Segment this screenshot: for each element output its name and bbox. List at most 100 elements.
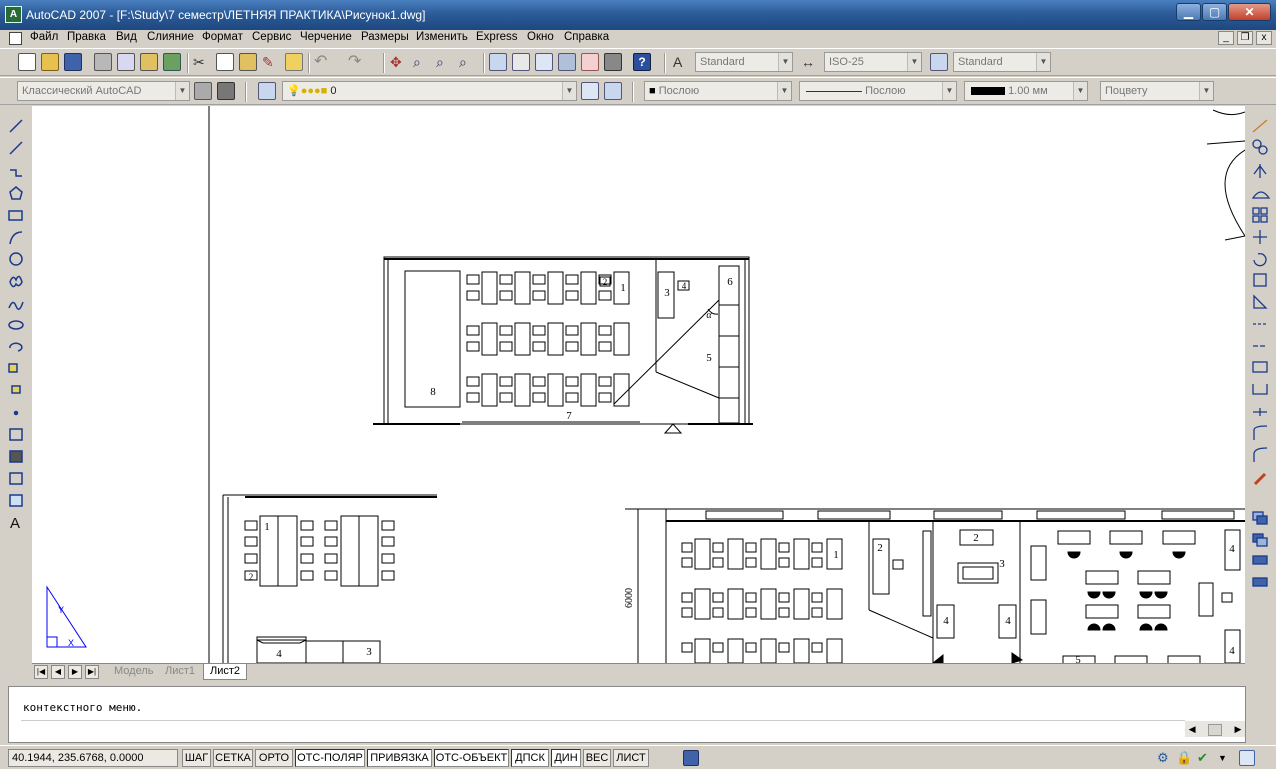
fillet-icon[interactable]: [1253, 447, 1268, 462]
doc-minimize-button[interactable]: _: [1218, 31, 1234, 45]
command-input[interactable]: [21, 720, 1185, 737]
ducs-toggle[interactable]: ДПСК: [511, 749, 549, 767]
properties-icon[interactable]: [489, 53, 507, 71]
zoom-previous-icon[interactable]: ⌕: [459, 53, 477, 71]
line-icon[interactable]: [9, 119, 23, 133]
menu-format[interactable]: Формат: [202, 31, 243, 43]
maximize-button[interactable]: ▢: [1202, 3, 1227, 21]
menu-express[interactable]: Express: [476, 31, 518, 43]
table-style-select[interactable]: Standard ▼: [953, 52, 1051, 72]
help-icon[interactable]: ?: [633, 53, 651, 71]
command-scrollbar[interactable]: ◀ ▶: [1185, 721, 1245, 737]
menu-view[interactable]: Вид: [116, 31, 137, 43]
first-tab-button[interactable]: |◀: [34, 665, 48, 679]
doc-restore-button[interactable]: ❐: [1237, 31, 1253, 45]
layer-select[interactable]: 💡●●●■ 0 ▼: [282, 81, 577, 101]
explode-icon[interactable]: [1253, 472, 1267, 486]
sheet-set-icon[interactable]: [558, 53, 576, 71]
menu-help[interactable]: Справка: [564, 31, 609, 43]
lweight-toggle[interactable]: ВЕС: [583, 749, 611, 767]
point-icon[interactable]: [13, 410, 19, 416]
status-menu-icon[interactable]: ▼: [1218, 752, 1230, 764]
tray-settings-icon[interactable]: ✔: [1197, 750, 1213, 766]
arc-icon[interactable]: [9, 231, 23, 245]
rotate-icon[interactable]: [1253, 253, 1267, 267]
linetype-select[interactable]: Послою ▼: [799, 81, 957, 101]
plot-preview-icon[interactable]: [117, 53, 135, 71]
draw-order-below-icon[interactable]: [1252, 577, 1268, 587]
close-button[interactable]: ✕: [1228, 3, 1271, 21]
table-style-icon[interactable]: [930, 53, 948, 71]
region-icon[interactable]: [9, 472, 23, 485]
erase-icon[interactable]: [1252, 119, 1268, 133]
join-icon[interactable]: [1253, 408, 1267, 416]
last-tab-button[interactable]: ▶|: [85, 665, 99, 679]
osnap-toggle[interactable]: ПРИВЯЗКА: [367, 749, 432, 767]
menu-edit[interactable]: Правка: [67, 31, 106, 43]
zoom-realtime-icon[interactable]: ⌕: [413, 53, 431, 71]
3d-dwf-icon[interactable]: [163, 53, 181, 71]
paper-toggle[interactable]: ЛИСТ: [613, 749, 649, 767]
table-icon[interactable]: [9, 494, 23, 507]
spline-icon[interactable]: [8, 301, 24, 310]
paste-icon[interactable]: [239, 53, 257, 71]
open-icon[interactable]: [41, 53, 59, 71]
drawing-canvas[interactable]: 8 1 2 3 4 5 6 7 α 1 2 3 4 6000 1 2 2 3 4…: [32, 106, 1245, 663]
otrack-toggle[interactable]: ОТС-ОБЪЕКТ: [434, 749, 509, 767]
menu-file[interactable]: Файл: [30, 31, 58, 43]
cut-icon[interactable]: ✂: [193, 53, 211, 71]
redo-icon[interactable]: ↷: [348, 53, 366, 71]
tab-model[interactable]: Модель: [108, 664, 159, 680]
next-tab-button[interactable]: ▶: [68, 665, 82, 679]
zoom-window-icon[interactable]: ⌕: [436, 53, 454, 71]
scroll-right-icon[interactable]: ▶: [1235, 724, 1242, 734]
workspace-settings-icon[interactable]: [194, 82, 212, 100]
circle-icon[interactable]: [9, 252, 23, 266]
workspace-select[interactable]: Классический AutoCAD ▼: [17, 81, 190, 101]
markup-icon[interactable]: [581, 53, 599, 71]
gradient-icon[interactable]: [9, 450, 23, 463]
dim-style-select[interactable]: ISO-25 ▼: [824, 52, 922, 72]
save-workspace-icon[interactable]: [217, 82, 235, 100]
ellipse-icon[interactable]: [8, 320, 24, 330]
tab-sheet2[interactable]: Лист2: [203, 664, 248, 680]
room-plan-1[interactable]: [373, 256, 753, 434]
scroll-left-icon[interactable]: ◀: [1189, 724, 1196, 734]
room-plan-3[interactable]: [625, 508, 1245, 663]
plotstyle-select[interactable]: Поцвету ▼: [1100, 81, 1214, 101]
hatch-icon[interactable]: [9, 428, 23, 441]
autocad-app-icon[interactable]: A: [5, 6, 22, 23]
insert-block-icon[interactable]: [8, 363, 18, 373]
polygon-icon[interactable]: [9, 186, 23, 200]
lineweight-select[interactable]: 1.00 мм ▼: [964, 81, 1088, 101]
publish-icon[interactable]: [140, 53, 158, 71]
make-block-icon[interactable]: [11, 385, 21, 394]
text-style-select[interactable]: Standard ▼: [695, 52, 793, 72]
polar-toggle[interactable]: ОТС-ПОЛЯР: [295, 749, 365, 767]
draw-order-above-icon[interactable]: [1252, 555, 1268, 565]
design-center-icon[interactable]: [512, 53, 530, 71]
move-icon[interactable]: [1253, 230, 1267, 244]
ellipse-arc-icon[interactable]: [9, 342, 23, 352]
construction-line-icon[interactable]: [9, 141, 23, 155]
clean-screen-icon[interactable]: [1239, 750, 1255, 766]
tool-palettes-icon[interactable]: [535, 53, 553, 71]
offset-icon[interactable]: [1251, 191, 1271, 199]
multiline-text-icon[interactable]: A: [10, 515, 20, 532]
new-icon[interactable]: [18, 53, 36, 71]
layer-previous-icon[interactable]: [604, 82, 622, 100]
polyline-icon[interactable]: [10, 169, 22, 177]
lock-icon[interactable]: 🔒: [1176, 750, 1192, 766]
calculator-icon[interactable]: [604, 53, 622, 71]
document-icon[interactable]: [9, 32, 22, 45]
array-icon[interactable]: [1252, 207, 1260, 215]
menu-dimension[interactable]: Размеры: [361, 31, 409, 43]
pan-icon[interactable]: ✥: [390, 53, 408, 71]
break-at-point-icon[interactable]: [1252, 384, 1268, 395]
block-editor-icon[interactable]: [285, 53, 303, 71]
coordinate-readout[interactable]: 40.1944, 235.6768, 0.0000: [8, 749, 178, 767]
layer-manager-icon[interactable]: [258, 82, 276, 100]
communication-center-icon[interactable]: ⚙: [1157, 750, 1173, 766]
rectangle-icon[interactable]: [8, 210, 23, 221]
mirror-icon[interactable]: [1253, 164, 1267, 178]
